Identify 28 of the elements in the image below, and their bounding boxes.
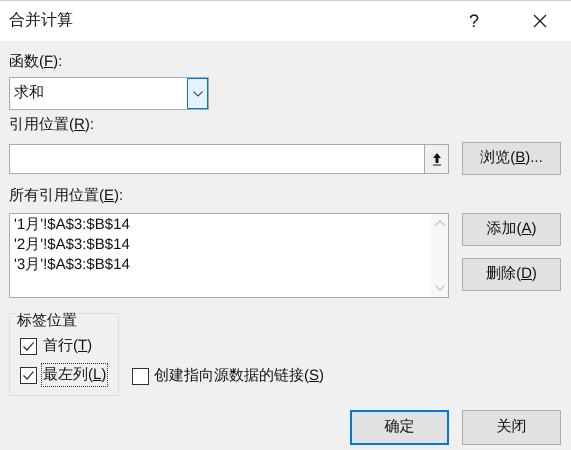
checkbox[interactable] bbox=[20, 338, 37, 354]
reference-field[interactable] bbox=[9, 144, 449, 174]
checkbox[interactable] bbox=[20, 366, 37, 384]
add-button[interactable]: 添加(A) bbox=[462, 213, 561, 246]
function-label: 函数(F): bbox=[9, 52, 64, 72]
close-button[interactable]: 关闭 bbox=[462, 410, 561, 445]
checkmark-icon bbox=[22, 368, 35, 382]
reference-item[interactable]: '1月'!$A$3:$B$14 bbox=[14, 215, 431, 235]
chevron-down-icon[interactable] bbox=[187, 78, 208, 109]
references-list[interactable]: '1月'!$A$3:$B$14 '2月'!$A$3:$B$14 '3月'!$A$3:$B$14 bbox=[9, 213, 449, 298]
collapse-dialog-button[interactable] bbox=[424, 144, 448, 172]
window-title: 合并计算 bbox=[9, 10, 74, 31]
checkbox[interactable] bbox=[132, 368, 149, 384]
function-dropdown[interactable]: 求和 bbox=[9, 77, 209, 110]
checkbox-label[interactable]: 创建指向源数据的链接(S) bbox=[153, 364, 326, 388]
reference-label: 引用位置(R): bbox=[9, 115, 96, 135]
reference-item[interactable]: '3月'!$A$3:$B$14 bbox=[14, 255, 431, 275]
help-button[interactable]: ? bbox=[459, 8, 489, 34]
reference-item[interactable]: '2月'!$A$3:$B$14 bbox=[14, 235, 431, 255]
checkbox-label[interactable]: 最左列(L) bbox=[41, 362, 108, 388]
all-references-label: 所有引用位置(E): bbox=[9, 186, 124, 206]
close-icon[interactable] bbox=[533, 14, 547, 28]
checkbox-label[interactable]: 首行(T) bbox=[41, 334, 94, 358]
delete-button[interactable]: 删除(D) bbox=[462, 258, 561, 291]
checkmark-icon bbox=[22, 340, 35, 352]
browse-button[interactable]: 浏览(B)... bbox=[462, 142, 561, 175]
upload-arrow-icon bbox=[432, 152, 442, 166]
ok-button[interactable]: 确定 bbox=[350, 410, 449, 445]
